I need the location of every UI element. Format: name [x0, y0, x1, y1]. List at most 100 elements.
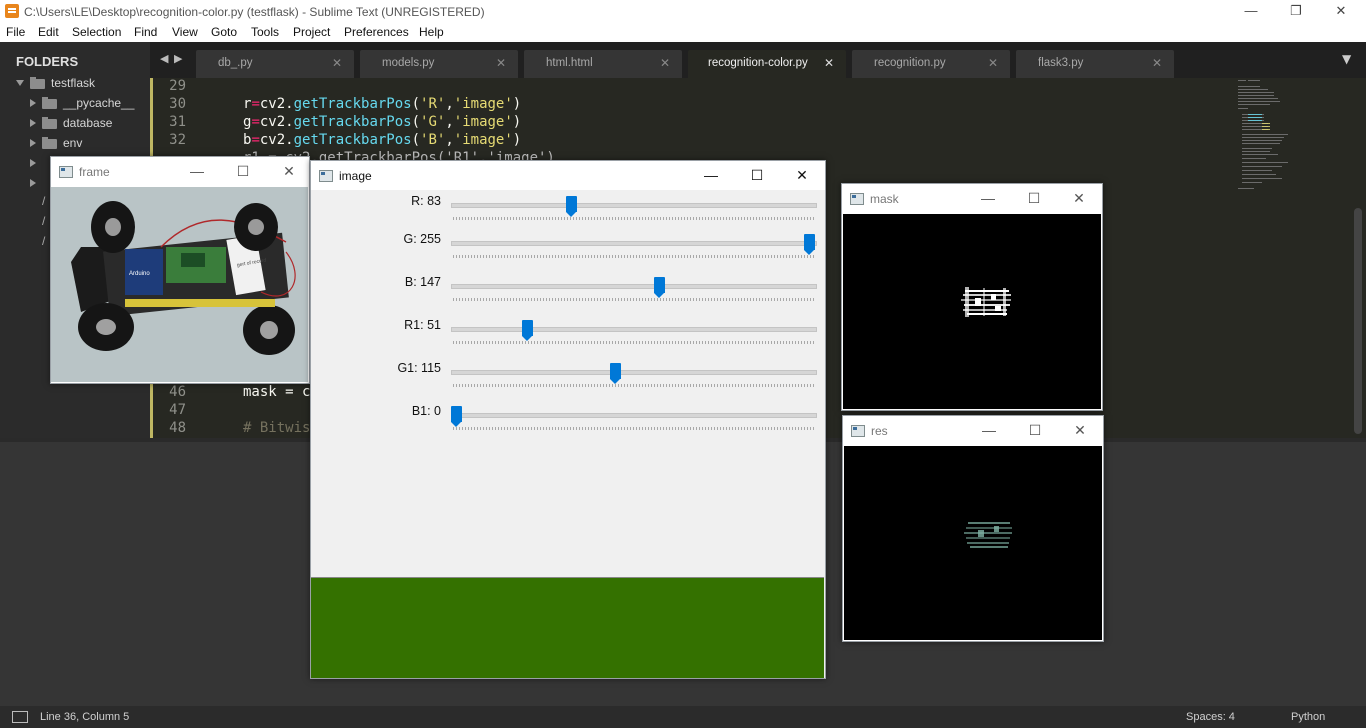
tab-label: html.html	[546, 57, 593, 69]
mask-maximize-button[interactable]: ☐	[1024, 189, 1044, 207]
vertical-scrollbar[interactable]	[1354, 208, 1362, 434]
collapse-arrow-icon[interactable]	[30, 179, 36, 187]
image-window[interactable]: image — ☐ ✕ R: 83 G: 255 B: 147 R1: 51 G…	[310, 160, 826, 679]
maximize-button[interactable]: ❐	[1273, 0, 1319, 23]
collapse-arrow-icon[interactable]	[30, 139, 36, 147]
sidebar-item-database[interactable]: database	[63, 116, 112, 130]
expand-arrow-icon[interactable]	[16, 80, 24, 86]
sidebar-file[interactable]: /	[42, 194, 45, 208]
menu-edit[interactable]: Edit	[38, 25, 59, 39]
image-window-titlebar[interactable]: image — ☐ ✕	[311, 161, 825, 190]
menu-preferences[interactable]: Preferences	[344, 25, 409, 39]
trackbar-r1[interactable]	[451, 327, 817, 332]
tab-html-html[interactable]: html.html ✕	[524, 50, 682, 78]
menu-file[interactable]: File	[6, 25, 25, 39]
trackbar-g1[interactable]	[451, 370, 817, 375]
menu-project[interactable]: Project	[293, 25, 330, 39]
image-maximize-button[interactable]: ☐	[747, 166, 767, 184]
menu-goto[interactable]: Goto	[211, 25, 237, 39]
mask-minimize-button[interactable]: —	[978, 189, 998, 207]
res-window-titlebar[interactable]: res — ☐ ✕	[843, 416, 1103, 445]
tab-label: models.py	[382, 57, 435, 69]
minimize-button[interactable]: —	[1228, 0, 1274, 23]
trackbar-label-b: B: 147	[404, 275, 441, 289]
trackbar-r[interactable]	[451, 203, 817, 208]
mask-window-titlebar[interactable]: mask — ☐ ✕	[842, 184, 1102, 213]
tab-nav-left-icon[interactable]: ◀	[160, 52, 168, 65]
trackbar-label-g: G: 255	[403, 232, 441, 246]
tab-recognition-py[interactable]: recognition.py ✕	[852, 50, 1010, 78]
frame-window[interactable]: frame — ☐ ✕ Arduino gert of record	[50, 156, 310, 384]
frame-close-button[interactable]: ✕	[279, 162, 299, 180]
menu-view[interactable]: View	[172, 25, 198, 39]
trackbar-thumb-g1[interactable]	[610, 363, 622, 384]
window-app-icon	[59, 166, 73, 178]
code-line: r=cv2.getTrackbarPos('R','image')	[243, 96, 522, 112]
minimap[interactable]	[1232, 78, 1352, 438]
line-number: 32	[169, 132, 186, 148]
trackbar-b1[interactable]	[451, 413, 817, 418]
collapse-arrow-icon[interactable]	[30, 99, 36, 107]
window-app-icon	[850, 193, 864, 205]
sidebar-item-env[interactable]: env	[63, 136, 82, 150]
sidebar-item-pycache[interactable]: __pycache__	[63, 96, 134, 110]
menu-help[interactable]: Help	[419, 25, 444, 39]
image-window-title: image	[339, 169, 372, 183]
frame-window-titlebar[interactable]: frame — ☐ ✕	[51, 157, 309, 186]
sidebar-file[interactable]: /	[42, 214, 45, 228]
menu-find[interactable]: Find	[134, 25, 157, 39]
res-minimize-button[interactable]: —	[979, 421, 999, 439]
trackbar-thumb-r1[interactable]	[521, 320, 533, 341]
window-app-icon	[319, 170, 333, 182]
menu-bar: File Edit Selection Find View Goto Tools…	[0, 23, 1366, 42]
line-number: 31	[169, 114, 186, 130]
line-number: 29	[169, 78, 186, 94]
tab-close-icon[interactable]: ✕	[824, 56, 834, 70]
status-bar: Line 36, Column 5 Spaces: 4 Python	[0, 706, 1366, 728]
mask-close-button[interactable]: ✕	[1069, 189, 1089, 207]
frame-minimize-button[interactable]: —	[187, 162, 207, 180]
res-close-button[interactable]: ✕	[1070, 421, 1090, 439]
close-button[interactable]: ✕	[1318, 0, 1364, 23]
trackbar-ticks	[453, 255, 815, 258]
trackbar-thumb-g[interactable]	[804, 234, 815, 255]
sidebar-file[interactable]: /	[42, 234, 45, 248]
mask-window-title: mask	[870, 192, 899, 206]
status-spaces[interactable]: Spaces: 4	[1186, 711, 1235, 723]
window-app-icon	[851, 425, 865, 437]
trackbar-ticks	[453, 217, 815, 220]
trackbar-thumb-b[interactable]	[654, 277, 666, 298]
frame-maximize-button[interactable]: ☐	[233, 162, 253, 180]
tab-close-icon[interactable]: ✕	[660, 56, 670, 70]
trackbar-g[interactable]	[451, 241, 817, 246]
menu-tools[interactable]: Tools	[251, 25, 279, 39]
status-syntax[interactable]: Python	[1291, 711, 1325, 723]
image-close-button[interactable]: ✕	[792, 166, 812, 184]
tab-label: db_.py	[218, 57, 253, 69]
res-maximize-button[interactable]: ☐	[1025, 421, 1045, 439]
tab-nav-right-icon[interactable]: ▶	[174, 52, 182, 65]
color-preview	[311, 577, 824, 678]
trackbar-b[interactable]	[451, 284, 817, 289]
tab-recognition-color-py[interactable]: recognition-color.py ✕	[688, 50, 846, 78]
tab-close-icon[interactable]: ✕	[988, 56, 998, 70]
line-number: 46	[169, 384, 186, 400]
tab-overflow-icon[interactable]: ▼	[1342, 52, 1351, 66]
trackbar-thumb-r[interactable]	[565, 196, 577, 217]
tab-close-icon[interactable]: ✕	[332, 56, 342, 70]
res-window[interactable]: res — ☐ ✕	[842, 415, 1104, 642]
tab-close-icon[interactable]: ✕	[1152, 56, 1162, 70]
collapse-arrow-icon[interactable]	[30, 159, 36, 167]
menu-selection[interactable]: Selection	[72, 25, 121, 39]
code-line: g=cv2.getTrackbarPos('G','image')	[243, 114, 522, 130]
panel-toggle-icon[interactable]	[12, 711, 28, 723]
image-minimize-button[interactable]: —	[701, 166, 721, 184]
tab-close-icon[interactable]: ✕	[496, 56, 506, 70]
trackbar-thumb-b1[interactable]	[451, 406, 462, 427]
tab-db-py[interactable]: db_.py ✕	[196, 50, 354, 78]
collapse-arrow-icon[interactable]	[30, 119, 36, 127]
sidebar-root-folder[interactable]: testflask	[51, 76, 95, 90]
tab-flask3-py[interactable]: flask3.py ✕	[1016, 50, 1174, 78]
mask-window[interactable]: mask — ☐ ✕	[841, 183, 1103, 411]
tab-models-py[interactable]: models.py ✕	[360, 50, 518, 78]
